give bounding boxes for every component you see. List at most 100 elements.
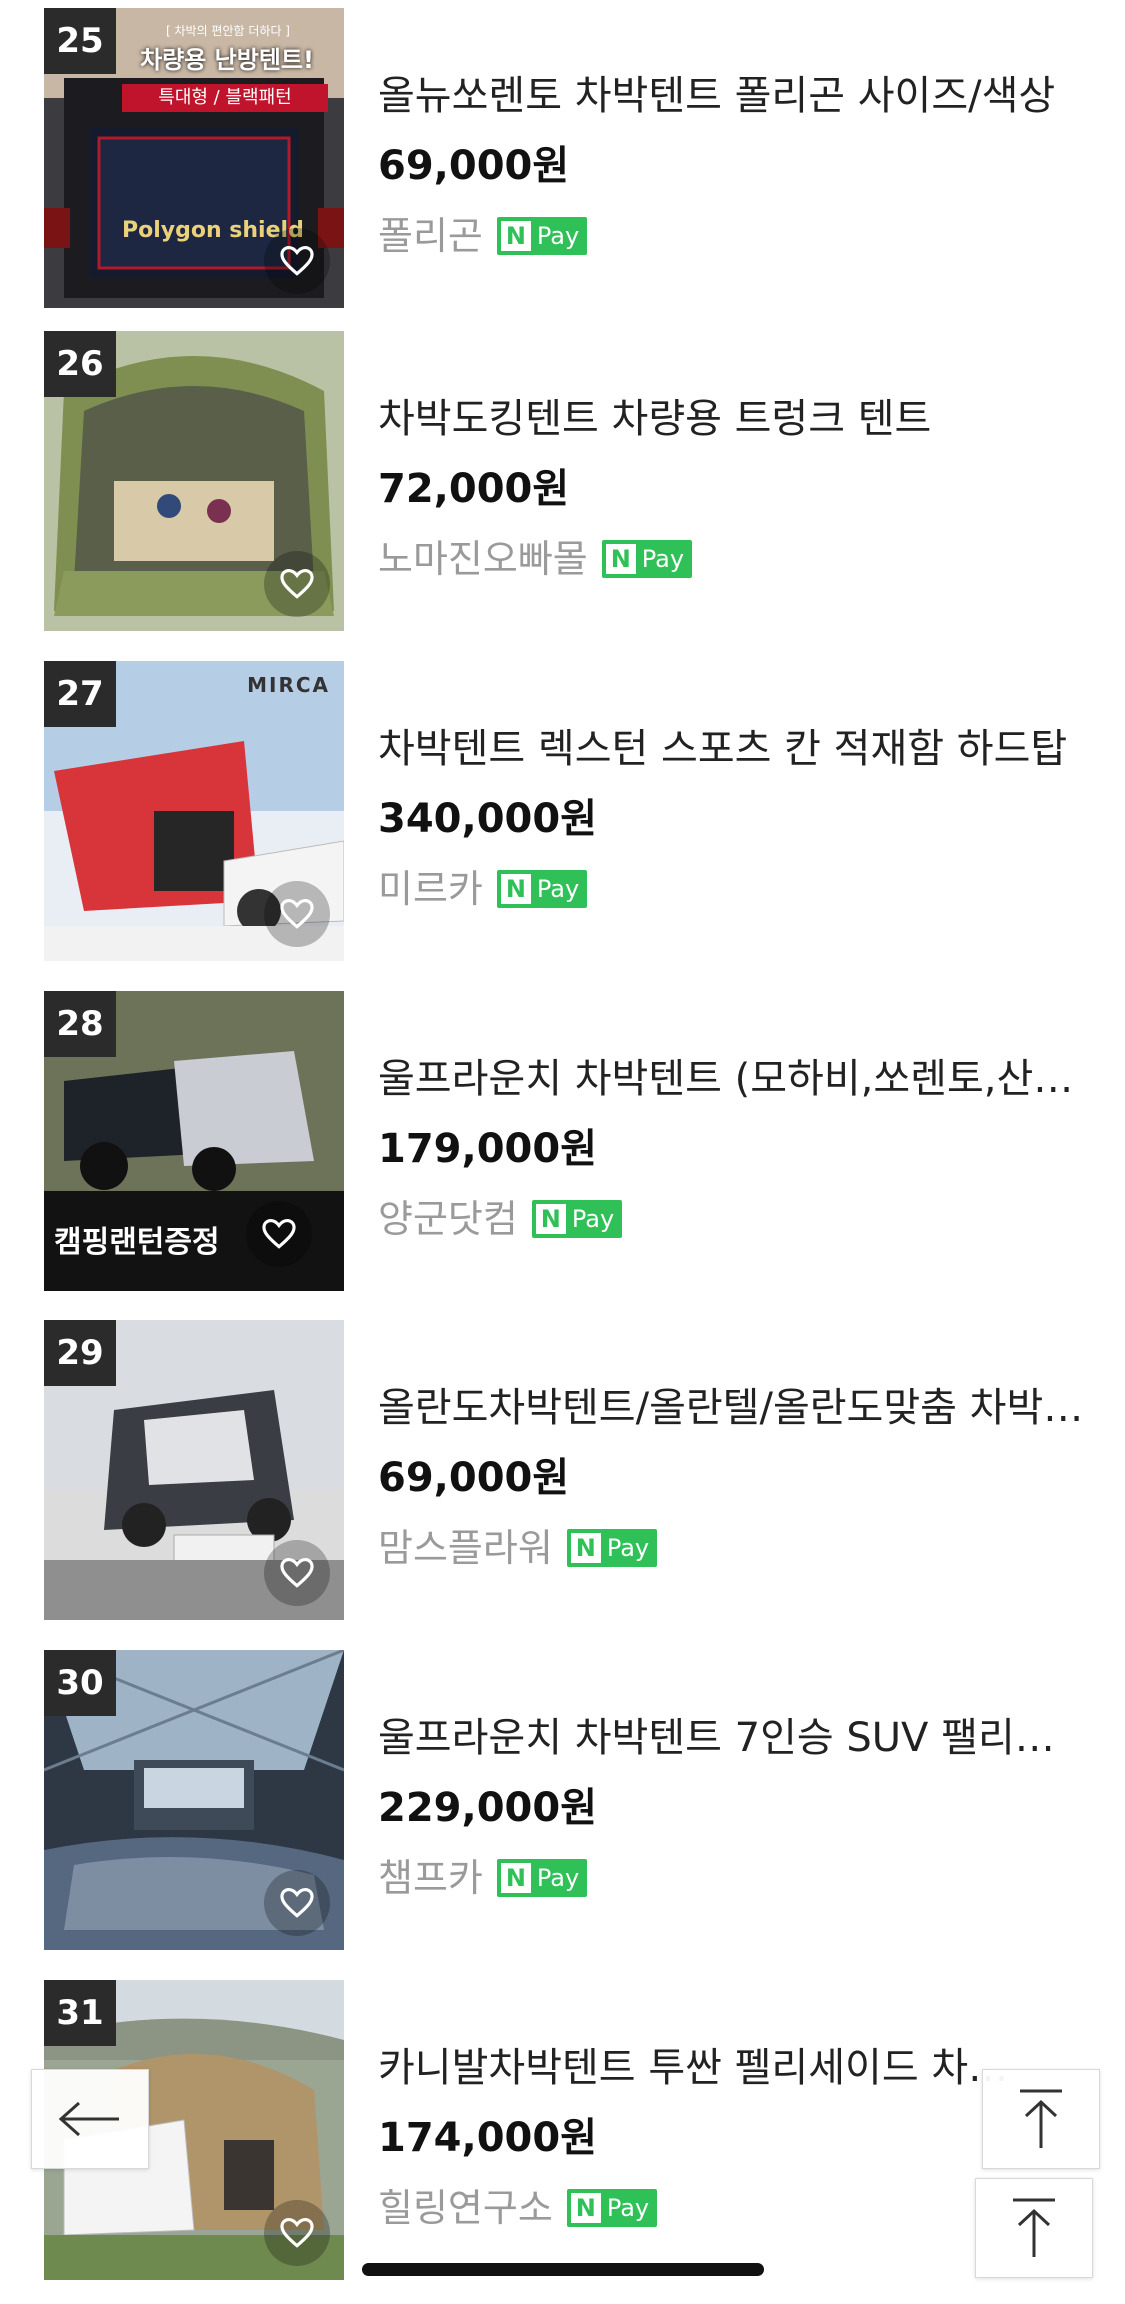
npay-label: Pay [536,1864,580,1892]
product-price: 179,000원 [378,1126,597,1172]
arrow-up-to-top-icon [1020,2089,1062,2148]
rank-badge: 29 [44,1320,116,1386]
rank-badge: 30 [44,1650,116,1716]
npay-badge: N Pay [496,870,588,908]
npay-badge: N Pay [566,1529,658,1567]
npay-logo-icon: N [605,544,636,574]
npay-badge: N Pay [601,540,693,578]
list-item[interactable]: 29 올란도차박텐트/올란텔/올란도맞춤 차박텐트 69,000원 맘스플라워 … [44,1320,1088,1620]
list-item[interactable]: [ 차박의 편안함 더하다 ] 차량용 난방텐트! 특대형 / 블랙패턴 Pol… [44,8,1084,308]
product-price: 69,000원 [378,1455,570,1501]
npay-logo-icon: N [535,1204,566,1234]
seller-name: 맘스플라워 [378,1526,553,1570]
product-title[interactable]: 올란도차박텐트/올란텔/올란도맞춤 차박텐트 [378,1380,1088,1436]
heart-icon [280,898,314,929]
list-item[interactable]: 31 카니발차박텐트 투싼 펠리세이드 차박텐트 174,000원 힐링연구소 … [44,1980,1084,2280]
home-indicator[interactable] [362,2263,764,2276]
rank-badge: 25 [44,8,116,74]
image-caption-small: [ 차박의 편안함 더하다 ] [166,24,290,38]
npay-logo-icon: N [570,2193,601,2223]
npay-badge: N Pay [566,2189,658,2227]
npay-logo-icon: N [500,221,531,251]
wishlist-button[interactable] [264,2200,330,2266]
npay-label: Pay [536,222,580,250]
product-title[interactable]: 올뉴쏘렌토 차박텐트 폴리곤 사이즈/색상 [378,68,1088,124]
list-item[interactable]: 30 울프라운치 차박텐트 7인승 SUV 팰리세이드 229,000원 챔프카… [44,1650,1088,1950]
npay-badge: N Pay [496,1859,588,1897]
product-info[interactable]: 울프라운치 차박텐트 (모하비,쏘렌토,산타페) 179,000원 양군닷컴 N… [378,991,1088,1291]
product-thumbnail[interactable]: 29 [44,1320,344,1620]
seller-row: 노마진오빠몰 N Pay [378,531,693,587]
product-info[interactable]: 올란도차박텐트/올란텔/올란도맞춤 차박텐트 69,000원 맘스플라워 N P… [378,1320,1088,1620]
rank-badge: 28 [44,991,116,1057]
wishlist-button[interactable] [264,551,330,617]
image-banner: 캠핑랜턴증정 [54,1225,220,1260]
seller-name: 양군닷컴 [378,1197,518,1241]
product-thumbnail[interactable]: [ 차박의 편안함 더하다 ] 차량용 난방텐트! 특대형 / 블랙패턴 Pol… [44,8,344,308]
seller-name: 미르카 [378,867,483,911]
product-price: 69,000원 [378,143,570,189]
seller-row: 폴리곤 N Pay [378,208,588,264]
seller-row: 양군닷컴 N Pay [378,1191,623,1247]
image-caption-title: 차량용 난방텐트! [140,46,314,74]
heart-icon [280,245,314,276]
seller-row: 챔프카 N Pay [378,1850,588,1906]
seller-name: 힐링연구소 [378,2186,553,2230]
rank-badge: 31 [44,1980,116,2046]
seller-row: 힐링연구소 N Pay [378,2180,658,2236]
product-thumbnail[interactable]: MIRCA 27 [44,661,344,961]
npay-logo-icon: N [500,1863,531,1893]
product-title[interactable]: 울프라운치 차박텐트 (모하비,쏘렌토,산타페) [378,1051,1088,1107]
seller-name: 챔프카 [378,1856,483,1900]
list-item[interactable]: MIRCA 27 차박텐트 렉스턴 스포츠 칸 적재함 하드탑 340,000원… [44,661,1084,961]
image-caption-tag: 특대형 / 블랙패턴 [122,84,328,112]
heart-icon [262,1218,296,1249]
heart-icon [280,568,314,599]
product-title[interactable]: 카니발차박텐트 투싼 펠리세이드 차박텐트 [378,2040,1018,2096]
npay-logo-icon: N [570,1533,601,1563]
product-title[interactable]: 차박도킹텐트 차량용 트렁크 텐트 [378,391,1088,447]
product-info[interactable]: 차박도킹텐트 차량용 트렁크 텐트 72,000원 노마진오빠몰 N Pay [378,331,1088,631]
product-thumbnail[interactable]: 26 [44,331,344,631]
product-info[interactable]: 차박텐트 렉스턴 스포츠 칸 적재함 하드탑 340,000원 미르카 N Pa… [378,661,1088,961]
product-price: 174,000원 [378,2115,597,2161]
product-price: 72,000원 [378,466,570,512]
scroll-to-top-button[interactable] [982,2069,1100,2169]
product-info[interactable]: 올뉴쏘렌토 차박텐트 폴리곤 사이즈/색상 69,000원 폴리곤 N Pay [378,8,1088,308]
rank-badge: 27 [44,661,116,727]
npay-label: Pay [571,1205,615,1233]
product-price: 229,000원 [378,1785,597,1831]
product-title[interactable]: 울프라운치 차박텐트 7인승 SUV 팰리세이드 [378,1710,1088,1766]
wishlist-button[interactable] [264,1540,330,1606]
scroll-to-top-button-secondary[interactable] [975,2178,1093,2278]
product-thumbnail[interactable]: 캠핑랜턴증정 28 [44,991,344,1291]
rank-badge: 26 [44,331,116,397]
npay-label: Pay [606,1534,650,1562]
screen: [ 차박의 편안함 더하다 ] 차량용 난방텐트! 특대형 / 블랙패턴 Pol… [0,0,1125,2304]
seller-name: 노마진오빠몰 [378,537,588,581]
npay-label: Pay [536,875,580,903]
heart-icon [280,1557,314,1588]
npay-logo-icon: N [500,874,531,904]
product-thumbnail[interactable]: 30 [44,1650,344,1950]
wishlist-button[interactable] [246,1201,312,1267]
seller-name: 폴리곤 [378,214,483,258]
arrow-left-icon [58,2101,119,2137]
wishlist-button[interactable] [264,228,330,294]
seller-row: 미르카 N Pay [378,861,588,917]
brand-logo: MIRCA [247,673,330,697]
npay-label: Pay [641,545,685,573]
product-title[interactable]: 차박텐트 렉스턴 스포츠 칸 적재함 하드탑 [378,721,1088,777]
back-button[interactable] [31,2069,149,2169]
product-price: 340,000원 [378,796,597,842]
npay-badge: N Pay [496,217,588,255]
heart-icon [280,2217,314,2248]
npay-badge: N Pay [531,1200,623,1238]
list-item[interactable]: 캠핑랜턴증정 28 울프라운치 차박텐트 (모하비,쏘렌토,산타페) 179,0… [44,991,1088,1291]
product-info[interactable]: 울프라운치 차박텐트 7인승 SUV 팰리세이드 229,000원 챔프카 N … [378,1650,1088,1950]
wishlist-button[interactable] [264,881,330,947]
list-item[interactable]: 26 차박도킹텐트 차량용 트렁크 텐트 72,000원 노마진오빠몰 N Pa… [44,331,1084,631]
seller-row: 맘스플라워 N Pay [378,1520,658,1576]
npay-label: Pay [606,2194,650,2222]
wishlist-button[interactable] [264,1870,330,1936]
